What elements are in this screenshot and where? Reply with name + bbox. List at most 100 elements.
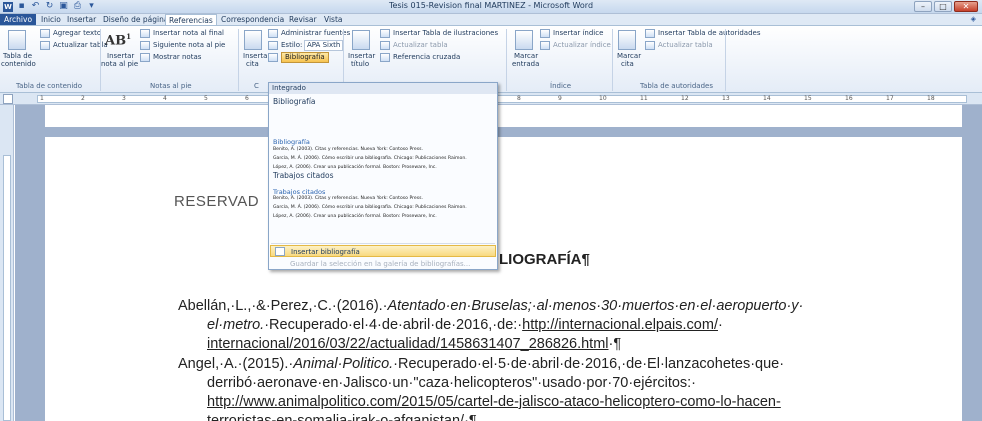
mark-citation-icon[interactable] [618,30,636,50]
menu-divider [271,243,495,244]
dropdown-header: Integrado [269,83,497,94]
group-label-toc: Tabla de contenido [16,82,83,90]
group-label-index: Índice [550,82,572,90]
bibliography-heading: LIOGRAFÍA¶ [499,251,590,268]
title-bar: W ▪ ↶ ↻ ▣ ⎙ ▾ Tesis 015-Revision final M… [0,0,982,14]
vertical-ruler-track[interactable] [3,155,11,421]
group-separator [506,29,507,91]
insert-citation-icon[interactable] [244,30,262,50]
group-label-footnotes: Notas al pie [150,82,192,90]
cross-reference-icon [380,53,390,62]
ref-title: Animal·Politico. [293,356,394,372]
reference-entry: Angel,·A.·(2015).·Animal·Politico.·Recup… [178,355,784,374]
add-text-button[interactable]: Agregar texto [53,29,101,38]
ref-link[interactable]: http://www.animalpolitico.com/2015/05/ca… [207,394,781,410]
toc-button-label2[interactable]: contenido [1,60,36,69]
tab-archivo[interactable]: Archivo [0,14,37,25]
works-cited-section-title: Trabajos citados [273,171,334,180]
next-footnote-icon [140,41,150,50]
minimize-button[interactable]: – [914,1,932,12]
ruler-number: 6 [245,95,249,102]
tab-correspondencia[interactable]: Correspondencia [218,14,287,25]
add-text-icon [40,29,50,38]
insert-table-of-figures-button[interactable]: Insertar Tabla de ilustraciones [393,29,498,38]
ref-authors: Angel,·A.·(2015).· [178,356,294,372]
insert-index-button[interactable]: Insertar índice [553,29,603,38]
tab-selector[interactable] [3,94,13,104]
insert-footnote-icon[interactable]: AB1 [105,32,131,48]
ruler-number: 15 [804,95,812,102]
insert-citation-label2[interactable]: cita [246,60,259,69]
mark-entry-icon[interactable] [515,30,533,50]
reference-entry: el·metro.·Recuperado·el·4·de·abril·de·20… [207,316,723,335]
manage-sources-button[interactable]: Administrar fuentes [281,29,350,38]
preview-line: Benito, A. (2003). Citas y referencias. … [273,147,424,152]
insert-bibliography-icon [275,247,285,256]
show-notes-button[interactable]: Mostrar notas [153,53,201,62]
style-select[interactable]: APA Sixth [304,40,344,51]
insert-caption-label2[interactable]: título [351,60,369,69]
document-area[interactable]: RESERVAD LIOGRAFÍA¶ Abellán,·L.,·&·Perez… [15,105,982,421]
update-figures-button[interactable]: Actualizar tabla [393,41,448,50]
reference-entry: derribó·aeronave·en·Jalisco·un·"caza·hel… [207,375,697,391]
ruler-number: 11 [640,95,648,102]
mark-entry-label2[interactable]: entrada [512,60,539,69]
ref-title: el·metro. [207,317,265,333]
ref-retrieved: ·Recuperado·el·5·de·abril·de·2016,·de·El… [393,356,785,372]
insert-bibliography-label: Insertar bibliografía [291,248,360,256]
next-footnote-button[interactable]: Siguiente nota al pie [153,41,225,50]
bibliography-icon [268,53,278,62]
insert-bibliography-menu-item[interactable]: Insertar bibliografía [270,245,496,257]
bibliography-button[interactable]: Bibliografía [281,52,329,63]
insert-table-of-authorities-button[interactable]: Insertar Tabla de autoridades [658,29,760,38]
vertical-ruler[interactable] [0,105,14,421]
preview-line: López, A. (2006). Crear una publicación … [273,165,437,170]
tab-vista[interactable]: Vista [321,14,346,25]
ruler-number: 18 [927,95,935,102]
ref-title: Atentado·en·Bruselas;·al·menos·30·muerto… [387,298,804,314]
works-cited-gallery-item[interactable]: Trabajos citados Benito, A. (2003). Cita… [270,183,496,233]
update-figures-icon [380,41,390,50]
close-button[interactable]: ✕ [954,1,978,12]
update-authorities-button[interactable]: Actualizar tabla [658,41,713,50]
tab-insertar[interactable]: Insertar [64,14,99,25]
tab-revisar[interactable]: Revisar [286,14,320,25]
table-of-figures-icon [380,29,390,38]
ruler-number: 10 [599,95,607,102]
document-page[interactable]: RESERVAD LIOGRAFÍA¶ Abellán,·L.,·&·Perez… [45,137,962,421]
maximize-button[interactable]: □ [934,1,952,12]
group-label-authorities: Tabla de autoridades [640,82,713,90]
bibliography-gallery-item[interactable]: Bibliografía Benito, A. (2003). Citas y … [270,108,496,170]
tab-referencias[interactable]: Referencias [165,14,217,25]
help-icon[interactable]: ◈ [971,15,976,23]
preview-line: García, M. Á. (2006). Cómo escribir una … [273,156,467,161]
ruler-number: 16 [845,95,853,102]
ref-link[interactable]: internacional/2016/03/22/actualidad/1458… [207,336,609,352]
group-separator [238,29,239,91]
previous-page[interactable] [45,105,962,127]
ruler-number: 5 [204,95,208,102]
ruler-number: 13 [722,95,730,102]
cross-reference-button[interactable]: Referencia cruzada [393,53,460,62]
ref-link[interactable]: http://internacional.elpais.com/ [522,317,718,333]
endnote-icon [140,29,150,38]
style-label: Estilo: [281,41,303,49]
save-selection-menu-item[interactable]: Guardar la selección en la galería de bi… [270,258,496,270]
reference-entry: internacional/2016/03/22/actualidad/1458… [207,335,621,354]
insert-caption-icon[interactable] [352,30,370,50]
update-index-icon [540,41,550,50]
paragraph-mark: ·¶ [608,336,622,352]
reference-entry: terroristas-en-somalia-irak-o-afganistan… [207,413,477,421]
bibliography-dropdown: Integrado Bibliografía Bibliografía Beni… [268,82,498,270]
insert-endnote-button[interactable]: Insertar nota al final [153,29,224,38]
mark-citation-label2[interactable]: cita [621,60,634,69]
update-index-button[interactable]: Actualizar índice [553,41,611,50]
tab-diseno[interactable]: Diseño de página [100,14,171,25]
insert-index-icon [540,29,550,38]
ruler-number: 1 [40,95,44,102]
ruler-number: 14 [763,95,771,102]
insert-footnote-label2[interactable]: nota al pie [101,60,138,69]
ruler-track[interactable] [37,95,967,103]
tab-inicio[interactable]: Inicio [38,14,64,25]
table-of-contents-icon[interactable] [8,30,26,50]
